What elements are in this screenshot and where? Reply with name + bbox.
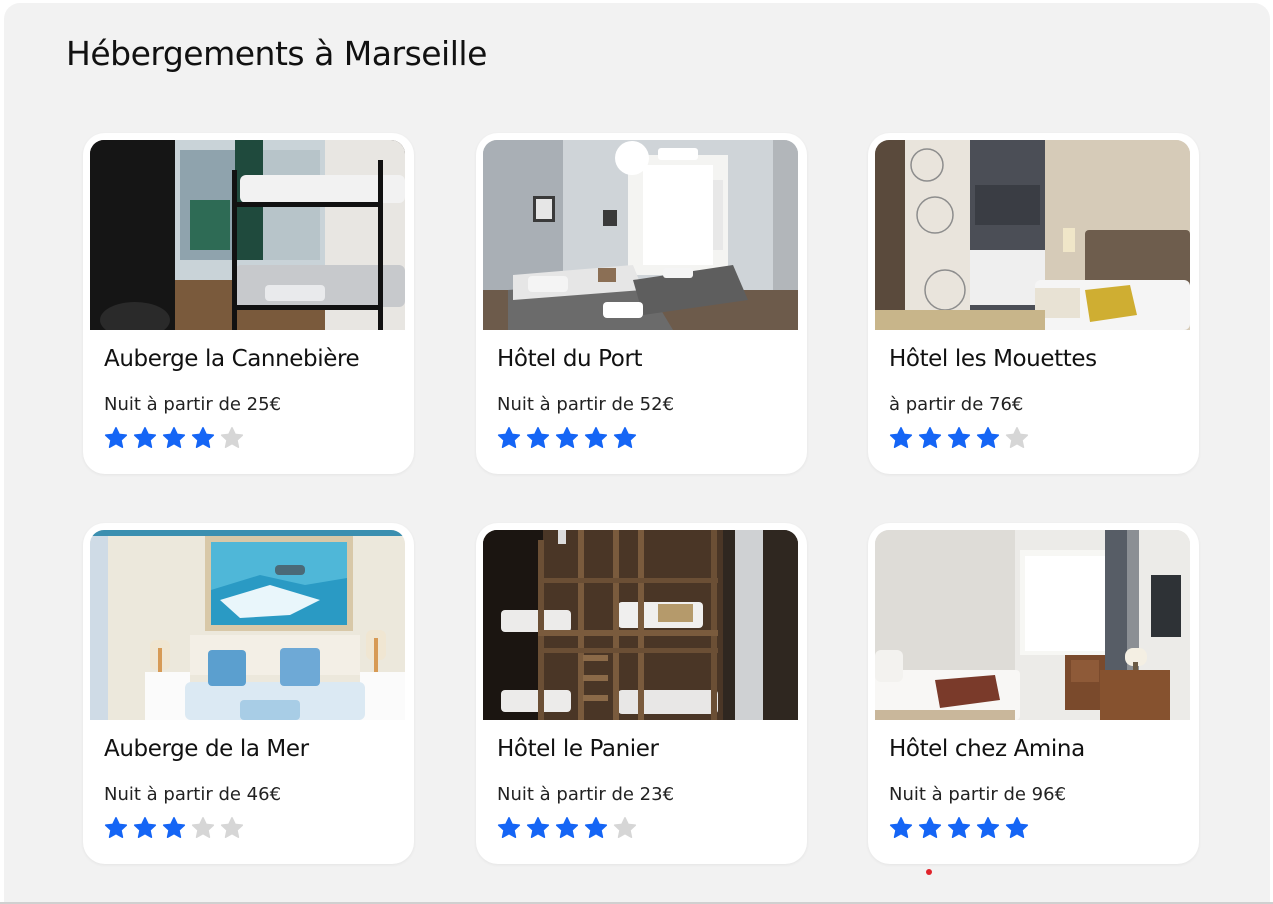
- listing-photo-twin-room[interactable]: [483, 140, 798, 330]
- listing-photo-sea-painting-room[interactable]: [90, 530, 405, 720]
- listing-photo-hotel-room-mirror[interactable]: [875, 140, 1190, 330]
- hotel-room-mirror-photo-icon: [875, 140, 1190, 330]
- listing-name[interactable]: Hôtel du Port: [497, 346, 643, 372]
- listing-price: à partir de 76€: [889, 394, 1024, 415]
- star-filled-icon: [104, 817, 128, 838]
- star-filled-icon: [918, 427, 942, 448]
- listing-price: Nuit à partir de 23€: [497, 784, 675, 805]
- star-filled-icon: [613, 427, 637, 448]
- listing-name[interactable]: Auberge la Cannebière: [104, 346, 360, 372]
- listing-card[interactable]: Hôtel du Port Nuit à partir de 52€: [476, 133, 807, 474]
- star-empty-icon: [220, 427, 244, 448]
- star-filled-icon: [555, 817, 579, 838]
- star-rating: [104, 426, 244, 450]
- listing-card[interactable]: Hôtel le Panier Nuit à partir de 23€: [476, 523, 807, 864]
- star-filled-icon: [918, 817, 942, 838]
- listing-price: Nuit à partir de 46€: [104, 784, 282, 805]
- star-rating: [497, 426, 637, 450]
- listing-photo-dorm-bunk-bed[interactable]: [90, 140, 405, 330]
- listing-photo-wooden-bunks[interactable]: [483, 530, 798, 720]
- star-filled-icon: [555, 427, 579, 448]
- bright-hotel-room-photo-icon: [875, 530, 1190, 720]
- star-filled-icon: [976, 427, 1000, 448]
- star-rating: [104, 816, 244, 840]
- star-filled-icon: [526, 817, 550, 838]
- star-filled-icon: [162, 427, 186, 448]
- listing-name[interactable]: Hôtel le Panier: [497, 736, 659, 762]
- star-rating: [889, 426, 1029, 450]
- star-filled-icon: [947, 427, 971, 448]
- twin-room-photo-icon: [483, 140, 798, 330]
- listing-card[interactable]: Auberge la Cannebière Nuit à partir de 2…: [83, 133, 414, 474]
- listing-name[interactable]: Auberge de la Mer: [104, 736, 309, 762]
- star-filled-icon: [584, 427, 608, 448]
- star-filled-icon: [976, 817, 1000, 838]
- star-empty-icon: [191, 817, 215, 838]
- star-empty-icon: [220, 817, 244, 838]
- star-filled-icon: [889, 427, 913, 448]
- listing-card[interactable]: Hôtel chez Amina Nuit à partir de 96€: [868, 523, 1199, 864]
- sea-painting-room-photo-icon: [90, 530, 405, 720]
- star-filled-icon: [191, 427, 215, 448]
- star-filled-icon: [497, 817, 521, 838]
- star-filled-icon: [133, 817, 157, 838]
- star-filled-icon: [1005, 817, 1029, 838]
- page-title: Hébergements à Marseille: [66, 34, 487, 73]
- star-empty-icon: [613, 817, 637, 838]
- star-filled-icon: [947, 817, 971, 838]
- listing-price: Nuit à partir de 25€: [104, 394, 282, 415]
- star-filled-icon: [526, 427, 550, 448]
- listing-card[interactable]: Hôtel les Mouettes à partir de 76€: [868, 133, 1199, 474]
- wooden-bunks-photo-icon: [483, 530, 798, 720]
- listing-card[interactable]: Auberge de la Mer Nuit à partir de 46€: [83, 523, 414, 864]
- listing-price: Nuit à partir de 96€: [889, 784, 1067, 805]
- star-filled-icon: [104, 427, 128, 448]
- star-rating: [497, 816, 637, 840]
- star-rating: [889, 816, 1029, 840]
- star-filled-icon: [889, 817, 913, 838]
- star-filled-icon: [497, 427, 521, 448]
- dorm-bunk-bed-photo-icon: [90, 140, 405, 330]
- star-empty-icon: [1005, 427, 1029, 448]
- listing-name[interactable]: Hôtel les Mouettes: [889, 346, 1097, 372]
- listing-price: Nuit à partir de 52€: [497, 394, 675, 415]
- star-filled-icon: [584, 817, 608, 838]
- star-filled-icon: [133, 427, 157, 448]
- listing-name[interactable]: Hôtel chez Amina: [889, 736, 1085, 762]
- listing-photo-bright-hotel-room[interactable]: [875, 530, 1190, 720]
- star-filled-icon: [162, 817, 186, 838]
- indicator-dot: [926, 869, 932, 875]
